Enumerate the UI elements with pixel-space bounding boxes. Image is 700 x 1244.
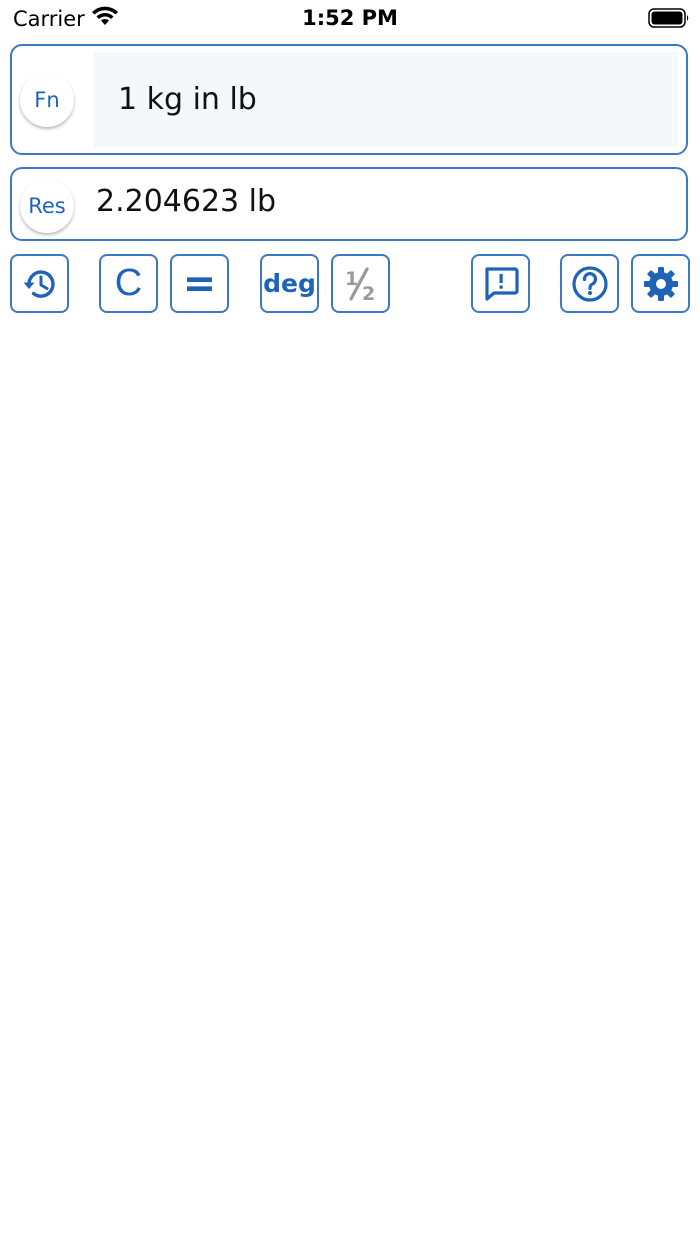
equals-button[interactable]: = <box>170 254 229 313</box>
angle-mode-label: deg <box>263 269 316 298</box>
history-icon <box>21 265 59 303</box>
result-value: 2.204623 lb <box>96 184 277 219</box>
function-input[interactable] <box>94 52 678 147</box>
feedback-button[interactable] <box>471 254 530 313</box>
fraction-button[interactable]: 1 2 <box>331 254 390 313</box>
result-field: Res 2.204623 lb <box>10 167 688 241</box>
help-icon <box>570 264 610 304</box>
feedback-icon <box>481 264 521 304</box>
history-button[interactable] <box>10 254 69 313</box>
equals-label: = <box>182 260 217 307</box>
clear-label: C <box>114 262 143 304</box>
help-button[interactable] <box>560 254 619 313</box>
fn-badge-button[interactable]: Fn <box>20 73 74 127</box>
status-time: 1:52 PM <box>302 6 398 30</box>
clear-button[interactable]: C <box>99 254 158 313</box>
res-badge-button[interactable]: Res <box>20 179 74 233</box>
status-bar: Carrier 1:52 PM <box>0 0 700 38</box>
fraction-icon: 1 2 <box>339 264 383 304</box>
angle-mode-button[interactable]: deg <box>260 254 319 313</box>
settings-button[interactable] <box>631 254 690 313</box>
battery-icon <box>648 8 689 28</box>
function-field: Fn <box>10 44 688 155</box>
gear-icon <box>641 264 681 304</box>
svg-text:2: 2 <box>362 283 375 304</box>
